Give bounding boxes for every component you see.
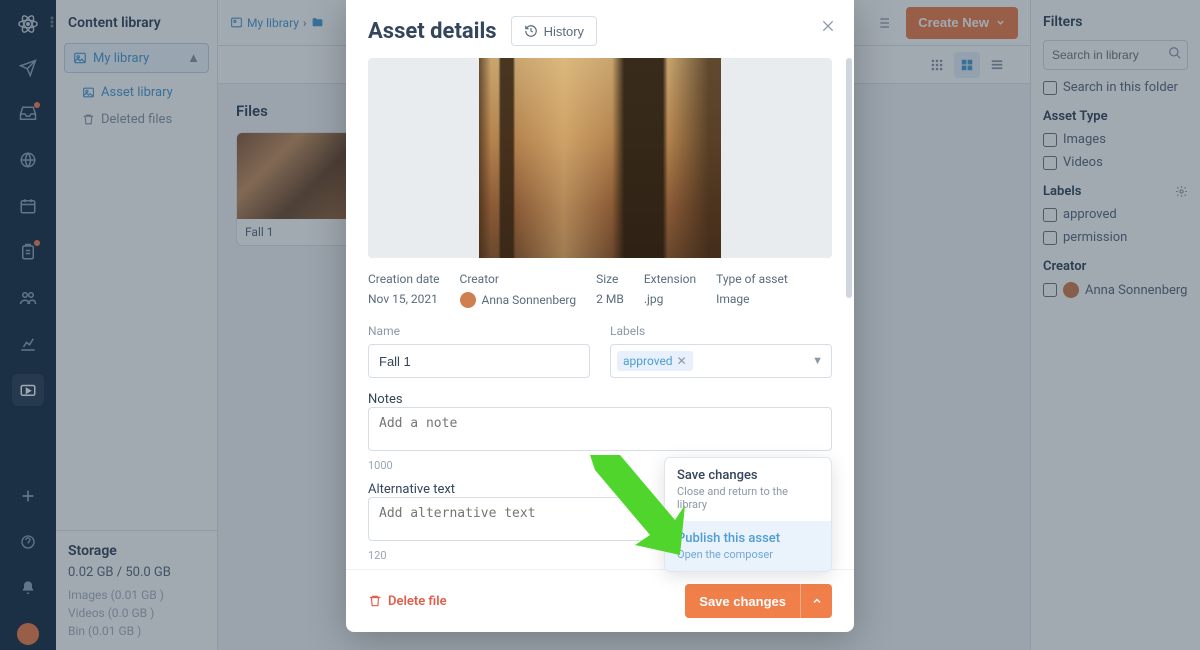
preview-image bbox=[479, 58, 721, 258]
notes-input[interactable] bbox=[368, 407, 832, 451]
save-dropdown-toggle[interactable] bbox=[800, 584, 832, 618]
dropdown-publish-asset[interactable]: Publish this asset Open the composer bbox=[665, 521, 831, 571]
modal-title: Asset details bbox=[368, 19, 497, 44]
scrollbar[interactable] bbox=[846, 58, 852, 298]
avatar bbox=[460, 292, 476, 308]
meta-value: 2 MB bbox=[596, 292, 624, 306]
history-button[interactable]: History bbox=[511, 16, 597, 46]
labels-select[interactable]: approved✕ ▼ bbox=[610, 344, 832, 378]
meta-value: .jpg bbox=[644, 292, 696, 306]
meta-value: Nov 15, 2021 bbox=[368, 292, 440, 306]
remove-label-icon[interactable]: ✕ bbox=[677, 354, 687, 368]
meta-value: Anna Sonnenberg bbox=[460, 292, 577, 308]
meta-label: Creation date bbox=[368, 272, 440, 286]
dropdown-save-changes[interactable]: Save changes Close and return to the lib… bbox=[665, 458, 831, 521]
labels-field-label: Labels bbox=[610, 324, 832, 338]
history-icon bbox=[524, 24, 538, 38]
notes-label: Notes bbox=[368, 392, 832, 407]
name-input[interactable] bbox=[368, 344, 590, 378]
alt-text-input[interactable] bbox=[368, 497, 656, 541]
trash-icon bbox=[368, 594, 382, 608]
save-dropdown: Save changes Close and return to the lib… bbox=[664, 457, 832, 572]
chevron-up-icon bbox=[811, 595, 823, 607]
label-chip: approved✕ bbox=[617, 351, 693, 371]
asset-preview bbox=[368, 58, 832, 258]
asset-details-modal: Asset details History Creation date Nov 1… bbox=[346, 0, 854, 632]
meta-label: Type of asset bbox=[716, 272, 788, 286]
meta-label: Extension bbox=[644, 272, 696, 286]
meta-label: Size bbox=[596, 272, 624, 286]
meta-label: Creator bbox=[460, 272, 577, 286]
name-label: Name bbox=[368, 324, 590, 338]
meta-value: Image bbox=[716, 292, 788, 306]
chevron-down-icon: ▼ bbox=[812, 354, 823, 367]
save-changes-button[interactable]: Save changes bbox=[685, 584, 800, 618]
delete-file-button[interactable]: Delete file bbox=[368, 594, 447, 609]
close-icon[interactable] bbox=[816, 14, 840, 38]
